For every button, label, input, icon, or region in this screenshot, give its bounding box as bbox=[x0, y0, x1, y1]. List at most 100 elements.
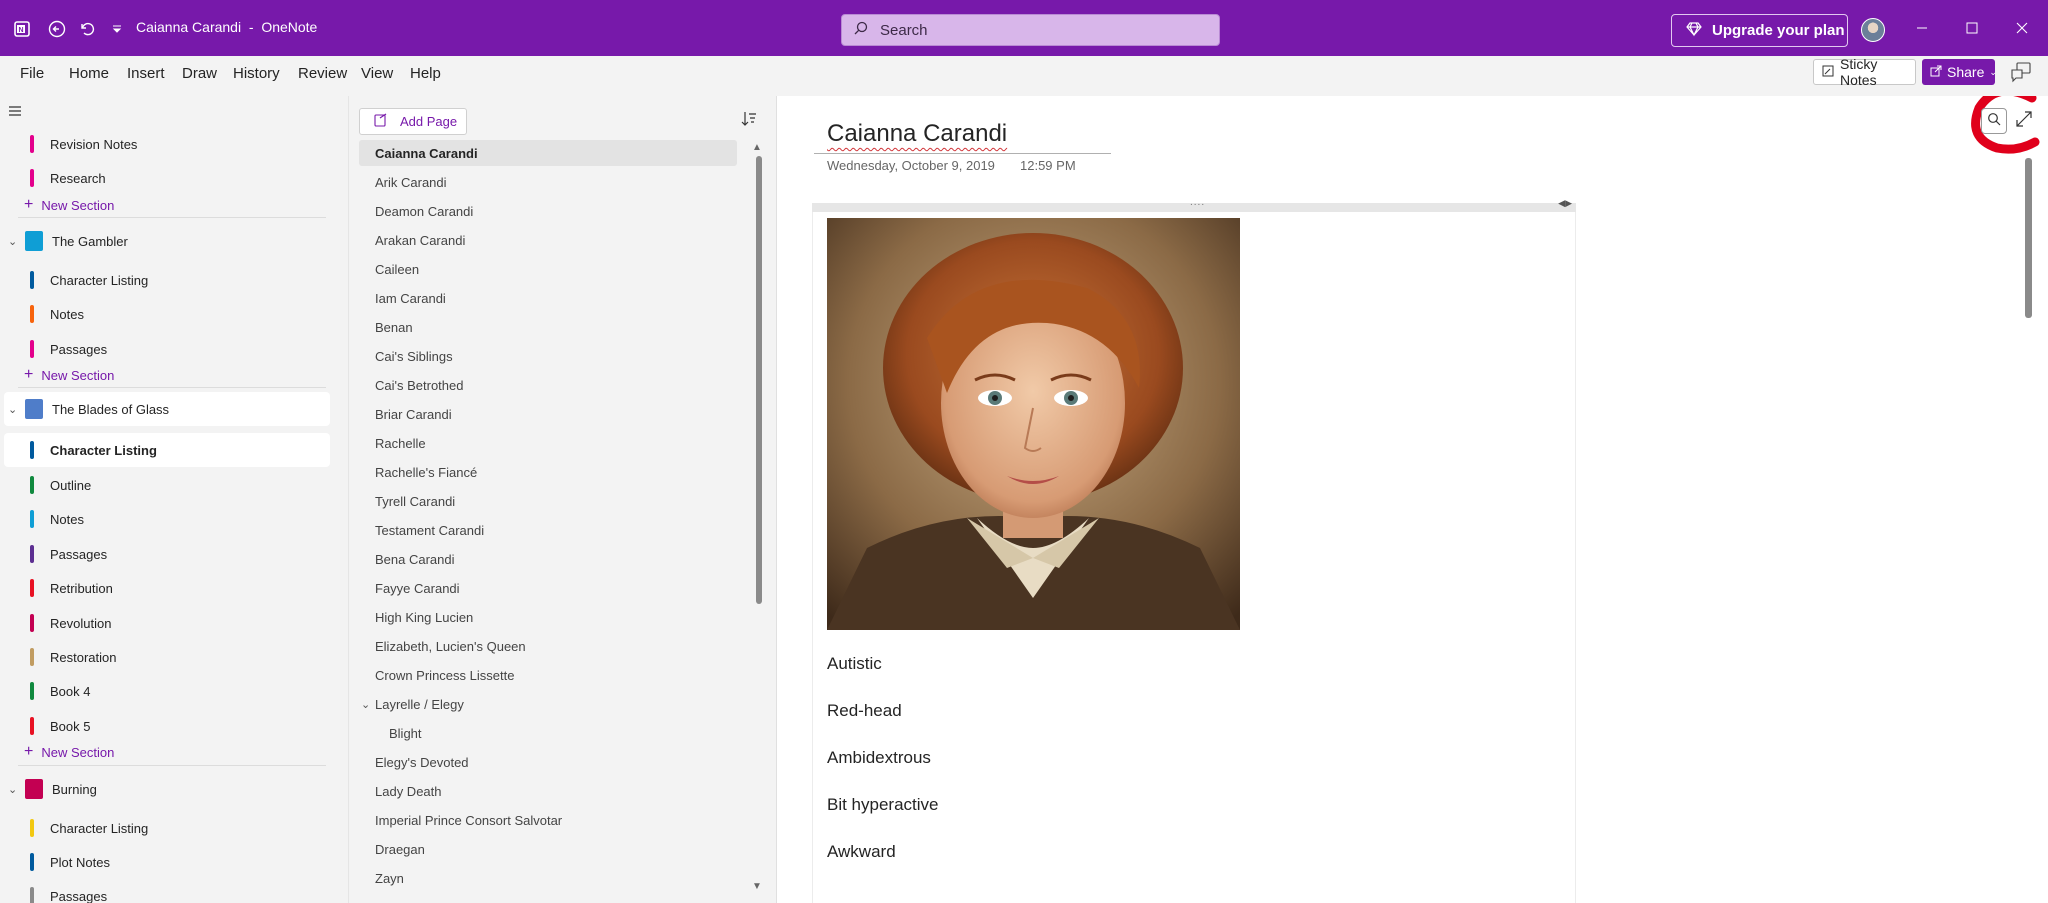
page-item-selected[interactable]: Caianna Carandi bbox=[359, 140, 737, 166]
page-title[interactable]: Caianna Carandi bbox=[827, 120, 1007, 148]
page-item[interactable]: Arik Carandi bbox=[359, 169, 737, 195]
character-portrait-image[interactable] bbox=[827, 218, 1240, 630]
page-item[interactable]: Zayn bbox=[359, 865, 737, 891]
page-item[interactable]: Fayye Carandi bbox=[359, 575, 737, 601]
page-item[interactable]: High King Lucien bbox=[359, 604, 737, 630]
menu-view[interactable]: View bbox=[361, 65, 393, 82]
page-item[interactable]: Briar Carandi bbox=[359, 401, 737, 427]
section-outline[interactable]: Outline bbox=[0, 468, 326, 502]
note-text-line[interactable]: Red-head bbox=[827, 701, 902, 721]
chevron-down-icon[interactable]: ⌄ bbox=[361, 698, 370, 711]
section-research[interactable]: Research bbox=[0, 161, 326, 195]
section-label: Plot Notes bbox=[50, 854, 110, 870]
page-item[interactable]: Arakan Carandi bbox=[359, 227, 737, 253]
section-passages[interactable]: Passages bbox=[0, 879, 326, 903]
menu-file[interactable]: File bbox=[20, 65, 44, 82]
section-book-5[interactable]: Book 5 bbox=[0, 709, 326, 743]
section-character-listing[interactable]: Character Listing bbox=[0, 263, 326, 297]
subpage-item[interactable]: Blight bbox=[359, 720, 737, 746]
note-container-handle[interactable]: .... ◀▶ bbox=[812, 197, 1576, 212]
page-item[interactable]: Draegan bbox=[359, 836, 737, 862]
minimize-icon[interactable] bbox=[1910, 18, 1934, 42]
section-passages[interactable]: Passages bbox=[0, 537, 326, 571]
section-book-4[interactable]: Book 4 bbox=[0, 674, 326, 708]
title-separator: - bbox=[248, 19, 254, 35]
section-passages[interactable]: Passages bbox=[0, 332, 326, 366]
menu-help[interactable]: Help bbox=[410, 65, 441, 82]
sticky-notes-button[interactable]: Sticky Notes bbox=[1813, 56, 1916, 88]
page-canvas[interactable]: Caianna Carandi Wednesday, October 9, 20… bbox=[776, 96, 2048, 903]
page-item[interactable]: Tyrell Carandi bbox=[359, 488, 737, 514]
page-item[interactable]: Deamon Carandi bbox=[359, 198, 737, 224]
page-item[interactable]: Cai's Siblings bbox=[359, 343, 737, 369]
menu-review[interactable]: Review bbox=[298, 65, 347, 82]
feedback-icon[interactable] bbox=[2010, 61, 2034, 85]
section-revolution[interactable]: Revolution bbox=[0, 606, 326, 640]
sort-icon[interactable] bbox=[741, 110, 759, 130]
page-item[interactable]: Bena Carandi bbox=[359, 546, 737, 572]
notebook-burning[interactable]: ⌄ Burning bbox=[0, 772, 326, 806]
page-item[interactable]: Crown Princess Lissette bbox=[359, 662, 737, 688]
share-button[interactable]: Share ⌄ bbox=[1922, 59, 1997, 85]
undo-icon[interactable] bbox=[74, 16, 100, 42]
close-icon[interactable] bbox=[2010, 18, 2034, 42]
menu-history[interactable]: History bbox=[233, 65, 280, 82]
page-item[interactable]: Rachelle's Fiancé bbox=[359, 459, 737, 485]
note-text-line[interactable]: Awkward bbox=[827, 842, 896, 862]
chevron-down-icon[interactable]: ⌄ bbox=[8, 235, 17, 248]
scroll-down-arrow-icon[interactable]: ▼ bbox=[752, 881, 762, 892]
section-label: Restoration bbox=[50, 649, 117, 665]
notebook-the-blades-of-glass[interactable]: ⌄ The Blades of Glass bbox=[4, 392, 330, 426]
avatar[interactable] bbox=[1861, 18, 1885, 42]
section-character-listing-selected[interactable]: Character Listing bbox=[4, 433, 330, 467]
section-notes[interactable]: Notes bbox=[0, 297, 326, 331]
quick-access-dropdown-icon[interactable] bbox=[104, 16, 130, 42]
notebook-the-gambler[interactable]: ⌄ The Gambler bbox=[0, 224, 326, 258]
page-search-button[interactable] bbox=[1981, 108, 2007, 134]
section-notes[interactable]: Notes bbox=[0, 502, 326, 536]
menu-draw[interactable]: Draw bbox=[182, 65, 217, 82]
section-retribution[interactable]: Retribution bbox=[0, 571, 326, 605]
add-page-button[interactable]: Add Page bbox=[359, 108, 467, 135]
menu-home[interactable]: Home bbox=[69, 65, 109, 82]
page-title-text: Caianna Carandi bbox=[136, 19, 242, 35]
page-item[interactable]: Caileen bbox=[359, 256, 737, 282]
canvas-scrollbar-thumb[interactable] bbox=[2025, 158, 2032, 318]
search-box[interactable]: Search bbox=[841, 14, 1220, 46]
section-plot-notes[interactable]: Plot Notes bbox=[0, 845, 326, 879]
chevron-down-icon[interactable]: ⌄ bbox=[8, 403, 17, 416]
page-list-scrollbar-thumb[interactable] bbox=[756, 156, 762, 604]
page-item[interactable]: Lady Death bbox=[359, 778, 737, 804]
page-item[interactable]: Iam Carandi bbox=[359, 285, 737, 311]
note-text-line[interactable]: Ambidextrous bbox=[827, 748, 931, 768]
page-item[interactable]: Cai's Betrothed bbox=[359, 372, 737, 398]
page-group-layrelle-elegy[interactable]: ⌄ Layrelle / Elegy bbox=[359, 691, 737, 717]
svg-text:N: N bbox=[18, 27, 23, 34]
page-item[interactable]: Rachelle bbox=[359, 430, 737, 456]
new-section-button[interactable]: + New Section bbox=[24, 743, 114, 761]
drag-handle-icon[interactable]: .... bbox=[1190, 197, 1205, 208]
maximize-icon[interactable] bbox=[1960, 18, 1984, 42]
section-character-listing[interactable]: Character Listing bbox=[0, 811, 326, 845]
full-page-view-icon[interactable] bbox=[2015, 110, 2035, 130]
new-section-button[interactable]: + New Section bbox=[24, 366, 114, 384]
note-text-line[interactable]: Autistic bbox=[827, 654, 882, 674]
resize-handle-icon[interactable]: ◀▶ bbox=[1558, 198, 1572, 209]
upgrade-plan-button[interactable]: Upgrade your plan bbox=[1671, 14, 1848, 47]
hamburger-menu-icon[interactable] bbox=[8, 104, 22, 118]
chevron-down-icon[interactable]: ⌄ bbox=[8, 783, 17, 796]
back-icon[interactable] bbox=[44, 16, 70, 42]
scroll-up-arrow-icon[interactable]: ▲ bbox=[752, 142, 762, 153]
page-item[interactable]: Elizabeth, Lucien's Queen bbox=[359, 633, 737, 659]
page-item[interactable]: Imperial Prince Consort Salvotar bbox=[359, 807, 737, 833]
page-item[interactable]: Testament Carandi bbox=[359, 517, 737, 543]
section-revision-notes[interactable]: Revision Notes bbox=[0, 127, 326, 161]
search-icon bbox=[1987, 112, 2001, 131]
note-text-line[interactable]: Bit hyperactive bbox=[827, 795, 939, 815]
page-item[interactable]: Benan bbox=[359, 314, 737, 340]
notebook-label: Burning bbox=[52, 781, 97, 797]
menu-insert[interactable]: Insert bbox=[127, 65, 165, 82]
section-restoration[interactable]: Restoration bbox=[0, 640, 326, 674]
page-item[interactable]: Elegy's Devoted bbox=[359, 749, 737, 775]
new-section-button[interactable]: + New Section bbox=[24, 196, 114, 214]
